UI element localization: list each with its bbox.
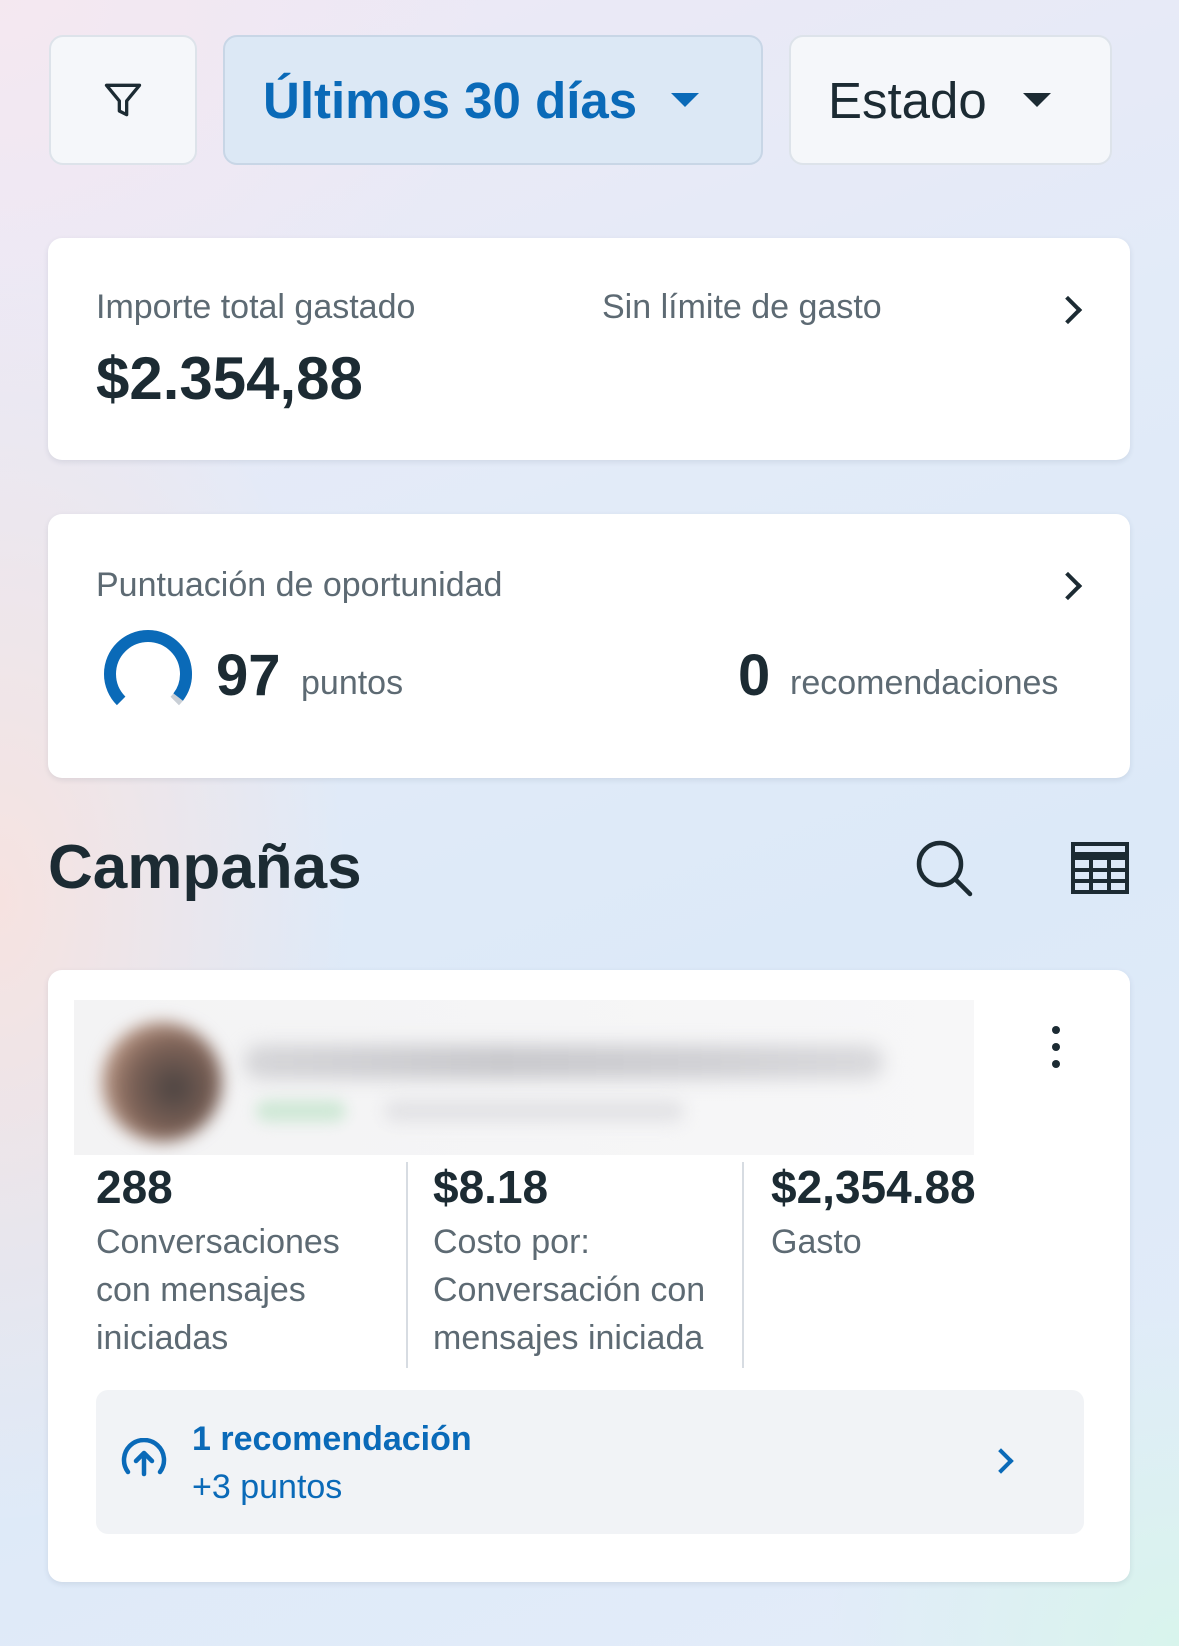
metric-spend: $2,354.88 Gasto (771, 1160, 1111, 1266)
chevron-right-icon (1053, 571, 1083, 601)
metric-divider (406, 1162, 408, 1368)
filter-button[interactable] (49, 35, 197, 165)
total-spend-card[interactable]: Importe total gastado $2.354,88 Sin lími… (48, 238, 1130, 460)
chevron-right-icon (988, 1448, 1014, 1474)
campaigns-title: Campañas (48, 833, 362, 902)
recommendation-points: +3 puntos (192, 1468, 343, 1506)
total-spend-value: $2.354,88 (96, 345, 363, 412)
status-label: Estado (828, 71, 987, 129)
chevron-down-icon (1022, 93, 1051, 107)
campaign-details-redacted (384, 1100, 684, 1122)
more-options-icon[interactable] (1052, 1026, 1060, 1077)
metric-value: $8.18 (433, 1161, 549, 1213)
metric-label: Conversaciones con mensajes iniciadas (96, 1223, 340, 1357)
metric-value: 288 (96, 1161, 173, 1213)
opportunity-gauge-icon (104, 630, 192, 718)
status-dropdown[interactable]: Estado (789, 35, 1112, 165)
opportunity-score-unit: puntos (301, 664, 404, 702)
total-spend-label: Importe total gastado (96, 288, 416, 326)
opportunity-score-value: 97 (216, 643, 281, 708)
metric-divider (742, 1162, 744, 1368)
recommendations-count: 0 (738, 643, 771, 708)
table-icon[interactable] (1071, 842, 1129, 894)
filter-funnel-icon (104, 83, 142, 117)
opportunity-score-card[interactable]: Puntuación de oportunidad 97 puntos 0 re… (48, 514, 1130, 778)
spend-limit-label: Sin límite de gasto (602, 288, 882, 326)
search-icon[interactable] (914, 838, 974, 898)
recommendation-banner[interactable]: 1 recomendación +3 puntos (96, 1390, 1084, 1534)
metric-label: Costo por: Conversación con mensajes ini… (433, 1223, 706, 1357)
metric-label: Gasto (771, 1223, 862, 1261)
campaign-card[interactable]: 288 Conversaciones con mensajes iniciada… (48, 970, 1130, 1582)
metric-conversations: 288 Conversaciones con mensajes iniciada… (96, 1160, 396, 1362)
opportunity-score-label: Puntuación de oportunidad (96, 566, 503, 604)
chevron-down-icon (671, 93, 700, 107)
metric-cost-per: $8.18 Costo por: Conversación con mensaj… (433, 1160, 743, 1362)
recommendations-unit: recomendaciones (790, 664, 1059, 702)
date-range-label: Últimos 30 días (263, 71, 638, 129)
chevron-right-icon (1053, 295, 1083, 325)
date-range-dropdown[interactable]: Últimos 30 días (223, 35, 763, 165)
campaign-avatar (102, 1022, 222, 1142)
arrow-up-circle-icon (121, 1438, 167, 1477)
campaign-status-redacted (256, 1100, 346, 1122)
campaign-name-redacted (244, 1045, 884, 1079)
campaign-header-blurred[interactable] (74, 1000, 974, 1155)
recommendation-title: 1 recomendación (192, 1420, 472, 1458)
metric-value: $2,354.88 (771, 1161, 976, 1213)
